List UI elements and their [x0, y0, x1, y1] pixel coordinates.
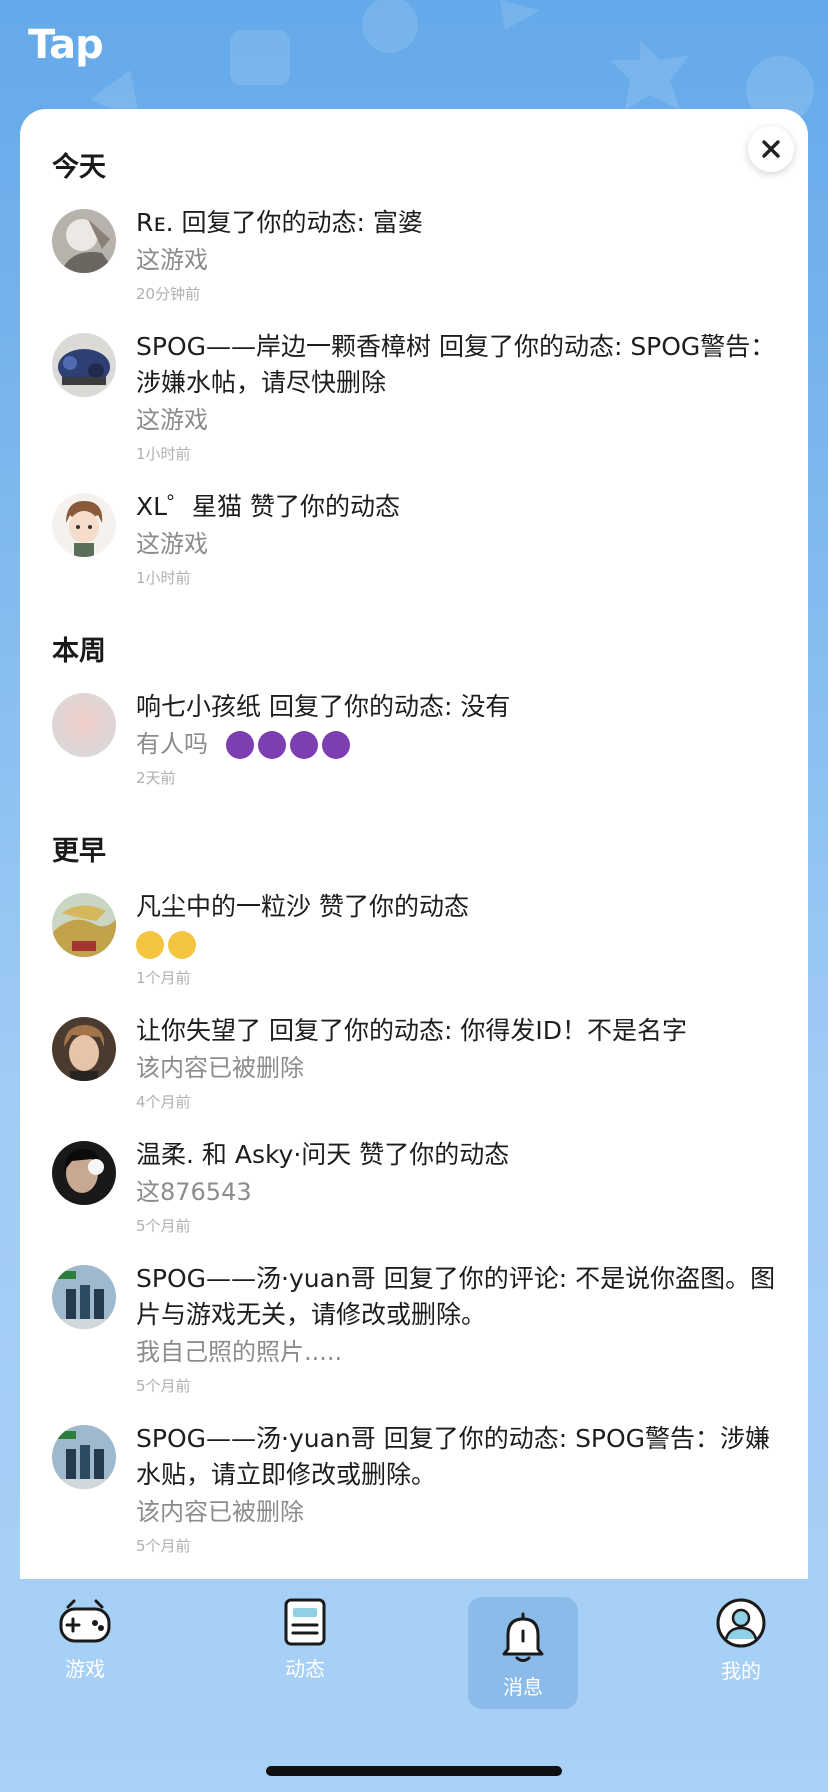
tab-label: 游戏: [65, 1657, 105, 1681]
tab-games[interactable]: 游戏: [30, 1597, 140, 1709]
home-indicator: [266, 1766, 562, 1776]
notification-title: SPOG——汤·yuan哥 回复了你的评论: 不是说你盗图。图片与游戏无关，请修…: [136, 1264, 776, 1329]
notification-title: 凡尘中的一粒沙 赞了你的动态: [136, 892, 469, 921]
section-title-earlier: 更早: [52, 836, 106, 867]
notification-preview: 我自己照的照片.....: [136, 1338, 343, 1366]
tab-label: 消息: [503, 1675, 543, 1699]
notification-time: 4个月前: [136, 1093, 191, 1111]
devil-emoji-icon: [321, 731, 350, 759]
notification-time: 2天前: [136, 769, 176, 787]
app-logo: Tap: [28, 22, 104, 68]
bottom-tab-bar: 游戏 动态 消息 我的: [0, 1579, 828, 1792]
avatar[interactable]: [52, 209, 116, 273]
notification-title: XL゜星猫 赞了你的动态: [136, 492, 401, 521]
tab-label: 动态: [285, 1657, 325, 1681]
notification-preview: 这游戏: [136, 246, 208, 274]
tab-feed[interactable]: 动态: [250, 1597, 360, 1709]
chick-emoji-icon: [168, 931, 196, 959]
notification-preview: 该内容已被删除: [136, 1498, 304, 1526]
notification-title: 让你失望了 回复了你的动态: 你得发ID！不是名字: [136, 1016, 687, 1045]
notification-time: 1个月前: [136, 969, 191, 987]
avatar[interactable]: [52, 1425, 116, 1489]
avatar[interactable]: [52, 1265, 116, 1329]
notification-time: 5个月前: [136, 1537, 191, 1555]
notifications-panel: 今天 Rᴇ. 回复了你的动态: 富婆 这游戏 20分钟前 SPOG——岸边一颗香…: [20, 109, 808, 1579]
notification-preview: 该内容已被删除: [136, 1054, 304, 1082]
gamepad-icon: [59, 1599, 111, 1643]
notification-time: 1小时前: [136, 445, 191, 463]
notification-title: SPOG——岸边一颗香樟树 回复了你的动态: SPOG警告：涉嫌水帖，请尽快删除: [136, 332, 776, 397]
section-title-week: 本周: [52, 636, 106, 667]
devil-emoji-icon: [225, 731, 254, 759]
avatar[interactable]: [52, 493, 116, 557]
tab-messages[interactable]: 消息: [468, 1597, 578, 1709]
tab-profile[interactable]: 我的: [686, 1597, 796, 1709]
notification-time: 5个月前: [136, 1377, 191, 1395]
avatar[interactable]: [52, 1141, 116, 1205]
tab-label: 我的: [721, 1659, 761, 1683]
feed-icon: [284, 1598, 326, 1646]
notification-preview: 这876543: [136, 1178, 252, 1206]
notification-time: 20分钟前: [136, 285, 201, 303]
notification-preview: 这游戏: [136, 406, 208, 434]
notification-time: 5个月前: [136, 1217, 191, 1235]
avatar[interactable]: [52, 893, 116, 957]
notification-time: 1小时前: [136, 569, 191, 587]
notification-title: 响七小孩纸 回复了你的动态: 没有: [136, 692, 511, 721]
notification-preview: 有人吗: [136, 730, 208, 758]
notification-title: Rᴇ. 回复了你的动态: 富婆: [136, 208, 423, 237]
section-title-today: 今天: [52, 152, 106, 183]
devil-emoji-icon: [289, 731, 318, 759]
avatar[interactable]: [52, 693, 116, 757]
chick-emoji-icon: [136, 931, 164, 959]
profile-icon: [716, 1598, 766, 1648]
devil-emoji-icon: [257, 731, 286, 759]
close-button[interactable]: [748, 126, 794, 172]
bell-icon: [502, 1612, 544, 1662]
close-icon: [762, 140, 780, 158]
avatar[interactable]: [52, 1017, 116, 1081]
notification-title: SPOG——汤·yuan哥 回复了你的动态: SPOG警告：涉嫌水贴，请立即修改…: [136, 1424, 771, 1489]
notification-preview: 这游戏: [136, 530, 208, 558]
notification-title: 温柔. 和 Asky·问天 赞了你的动态: [136, 1140, 510, 1169]
avatar[interactable]: [52, 333, 116, 397]
